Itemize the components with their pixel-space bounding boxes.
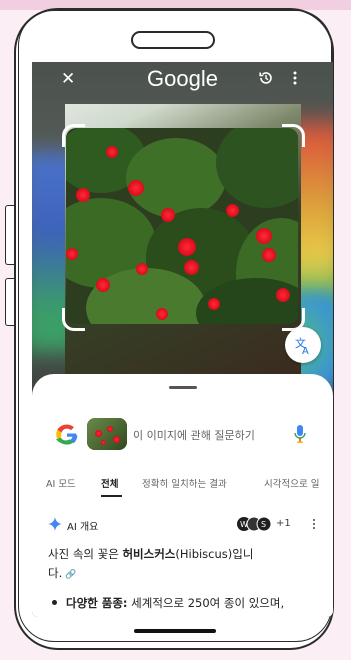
- foliage: [126, 138, 226, 218]
- crop-handle-bottom-left[interactable]: [62, 308, 85, 331]
- source-favicons[interactable]: W S: [236, 516, 272, 532]
- results-tabs: AI 모드 전체 정확히 일치하는 결과 시각적으로 일: [32, 470, 333, 498]
- translate-button[interactable]: 文 A: [285, 327, 321, 363]
- phone-speaker: [131, 31, 215, 49]
- flower: [184, 260, 199, 275]
- flower: [256, 228, 272, 244]
- answer-bullet: 다양한 품종: 세계적으로 250여 종이 있으며,: [48, 595, 333, 611]
- bullet-title: 다양한 품종:: [66, 596, 128, 610]
- tab-all[interactable]: 전체: [101, 476, 118, 490]
- answer-text: 다.: [48, 566, 63, 580]
- screen: ✕ Google 文 A 이 이미지에 관해 질문하기 AI 모드 전체 정확히…: [32, 62, 333, 617]
- answer-highlight: 허비스커스: [122, 547, 176, 561]
- ai-overview-label: AI 개요: [67, 522, 99, 533]
- crop-handle-top-left[interactable]: [62, 124, 85, 147]
- top-bar: ✕ Google: [32, 62, 333, 96]
- query-image-thumbnail[interactable]: [87, 418, 127, 450]
- flower: [262, 248, 276, 262]
- more-vert-icon[interactable]: [312, 518, 316, 530]
- source-count[interactable]: +1: [276, 518, 291, 529]
- tab-exact-match[interactable]: 정확히 일치하는 결과: [142, 476, 227, 490]
- flower: [96, 278, 110, 292]
- google-g-icon: [56, 424, 78, 445]
- ask-about-image-input[interactable]: 이 이미지에 관해 질문하기: [133, 427, 255, 443]
- flower: [226, 204, 239, 217]
- mic-icon[interactable]: [294, 424, 306, 444]
- ai-overview-header: AI 개요 W S +1: [32, 514, 333, 534]
- tab-visual-match[interactable]: 시각적으로 일: [264, 476, 319, 490]
- flower: [178, 238, 196, 256]
- answer-text: (Hibiscus)입니: [175, 547, 254, 561]
- bullet-text: 세계적으로 250여 종이 있으며,: [127, 596, 285, 610]
- svg-text:S: S: [261, 520, 266, 529]
- sheet-drag-handle[interactable]: [169, 386, 197, 389]
- flower: [76, 188, 90, 202]
- flower: [156, 308, 168, 320]
- results-sheet: 이 이미지에 관해 질문하기 AI 모드 전체 정확히 일치하는 결과 시각적으…: [32, 374, 333, 617]
- ai-answer-text: 사진 속의 꽃은 허비스커스(Hibiscus)입니 다. 🔗: [48, 545, 318, 585]
- translate-icon: 文 A: [295, 336, 309, 357]
- flower: [136, 263, 148, 275]
- active-tab-indicator: [101, 495, 122, 497]
- history-icon[interactable]: [258, 70, 274, 86]
- more-vert-icon[interactable]: [292, 70, 298, 86]
- flower: [208, 298, 220, 310]
- answer-text: 사진 속의 꽃은: [48, 547, 123, 561]
- svg-text:A: A: [302, 346, 309, 357]
- link-icon[interactable]: 🔗: [65, 570, 76, 580]
- home-indicator[interactable]: [134, 629, 216, 633]
- crop-selection[interactable]: [66, 128, 298, 324]
- flower: [128, 180, 144, 196]
- svg-text:W: W: [240, 520, 248, 529]
- flower: [66, 248, 78, 260]
- crop-handle-top-right[interactable]: [282, 124, 305, 147]
- tab-ai-mode[interactable]: AI 모드: [46, 476, 76, 490]
- flower: [106, 146, 118, 158]
- sparkle-icon: [48, 517, 62, 531]
- flower: [276, 288, 290, 302]
- flower: [161, 208, 175, 222]
- app-title: Google: [147, 66, 218, 91]
- bullet-dot: [52, 600, 57, 605]
